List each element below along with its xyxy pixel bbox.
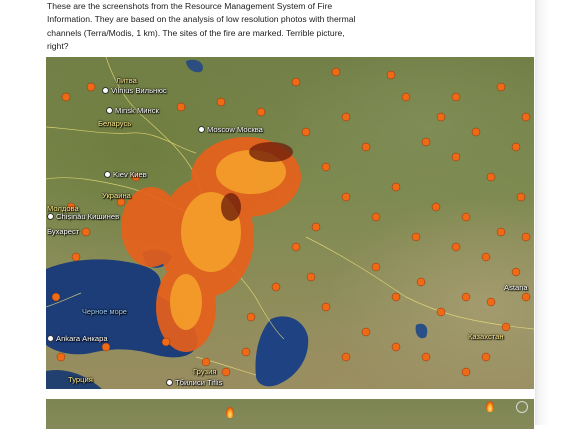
label-astana: Astana bbox=[504, 283, 528, 292]
label-ukraine: Украина bbox=[102, 191, 131, 200]
label-moscow: Moscow Москва bbox=[198, 125, 263, 134]
fire-mark bbox=[486, 401, 494, 412]
label-kazakhstan: Казахстан bbox=[468, 332, 504, 341]
label-georgia: Грузия bbox=[193, 367, 217, 376]
label-kiev: Kiev Киев bbox=[104, 170, 147, 179]
label-vilnius: Vilnius Вильнюс bbox=[102, 86, 167, 95]
label-tbilisi: Тбилиси Tiflis bbox=[166, 378, 222, 387]
fire-cluster-core bbox=[170, 150, 286, 330]
label-belarus: Беларусь bbox=[98, 119, 132, 128]
aral-sea bbox=[415, 323, 428, 339]
caspian-sea bbox=[255, 316, 309, 387]
label-chisinau: Chișinău Кишинев bbox=[47, 212, 119, 221]
compass-icon bbox=[516, 401, 528, 413]
label-bucharest: Бухарест bbox=[47, 227, 80, 236]
label-minsk: Minsk Минск bbox=[106, 106, 159, 115]
label-ankara: Ankara Анкара bbox=[47, 334, 108, 343]
label-black-sea: Черное море bbox=[82, 307, 127, 316]
lake-north bbox=[186, 59, 203, 73]
label-turkey: Турция bbox=[68, 375, 93, 384]
label-litva: Литва bbox=[116, 76, 137, 85]
page-side-shadow bbox=[535, 0, 580, 425]
fire-map-screenshot: Литва Vilnius Вильнюс Minsk Минск Белару… bbox=[46, 57, 534, 389]
intro-paragraph: These are the screenshots from the Resou… bbox=[47, 1, 356, 51]
fire-mark bbox=[226, 407, 234, 418]
